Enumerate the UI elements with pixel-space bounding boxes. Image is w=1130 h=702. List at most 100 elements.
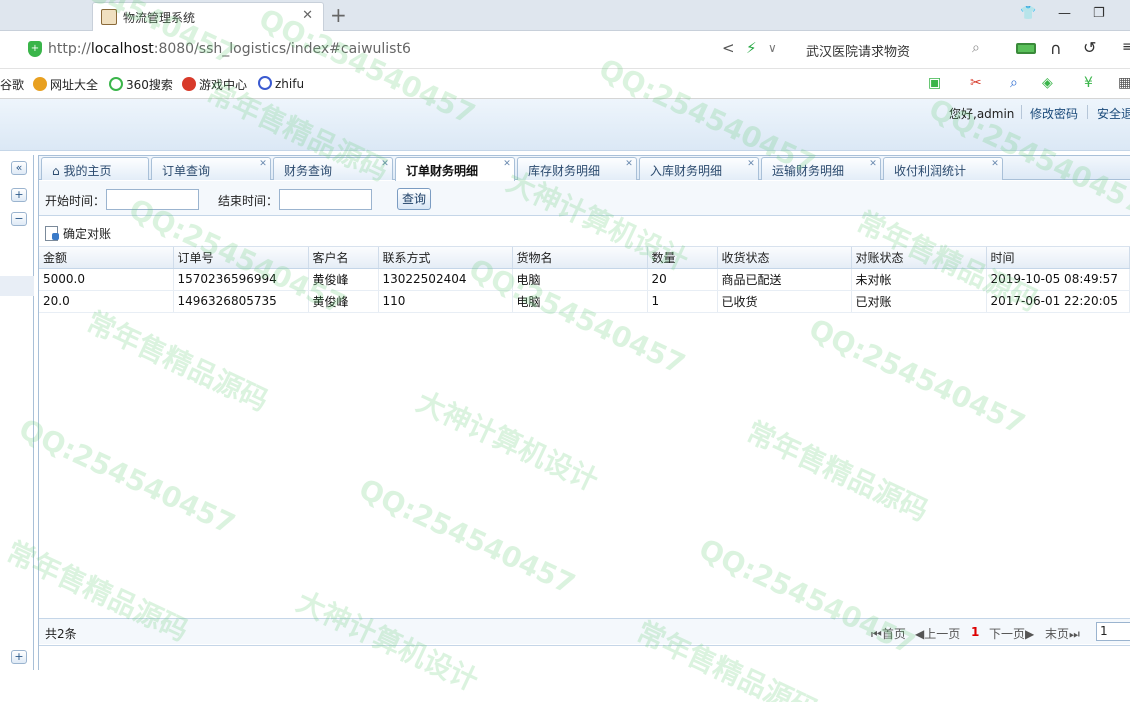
close-tab-icon[interactable]: ✕ <box>258 159 268 169</box>
bookmark-icon <box>182 77 196 91</box>
browser-tab[interactable]: 物流管理系统 ✕ <box>92 2 324 31</box>
tab-label: 我的主页 <box>63 164 112 178</box>
undo-icon[interactable]: ↺ <box>1083 38 1096 57</box>
action-toolbar: 确定对账 <box>39 221 1130 247</box>
tab-order-query[interactable]: 订单查询 ✕ <box>151 157 271 180</box>
tab-order-finance-detail[interactable]: 订单财务明细 ✕ <box>395 157 515 181</box>
game-extension-icon[interactable]: ◈ <box>1042 75 1053 91</box>
current-page-number: 1 <box>971 625 980 639</box>
tab-transport-finance-detail[interactable]: 运输财务明细 ✕ <box>761 157 881 180</box>
tab-inbound-finance-detail[interactable]: 入库财务明细 ✕ <box>639 157 759 180</box>
column-header[interactable]: 对账状态 <box>851 247 987 269</box>
bookmark-item[interactable]: 360搜索 <box>109 76 173 93</box>
bookmark-icon <box>109 77 123 91</box>
total-count: 共2条 <box>45 627 77 641</box>
tab-home[interactable]: ⌂ 我的主页 <box>41 157 149 180</box>
column-header[interactable]: 联系方式 <box>378 247 513 269</box>
bookmark-item[interactable]: 谷歌 <box>0 76 24 93</box>
column-header[interactable]: 金额 <box>39 247 174 269</box>
speed-bolt-icon[interactable]: ⚡ <box>746 39 757 57</box>
column-header[interactable]: 货物名 <box>512 247 648 269</box>
prev-page-button[interactable]: ◀上一页 <box>915 625 960 642</box>
skin-icon[interactable]: 👕 <box>1020 6 1036 21</box>
bookmark-item[interactable]: zhifu <box>258 76 304 91</box>
search-icon[interactable]: ⌕ <box>972 40 980 56</box>
expand-section-icon[interactable]: + <box>11 188 27 202</box>
document-icon <box>45 226 59 241</box>
table-cell: 已对账 <box>851 290 987 313</box>
column-header[interactable]: 订单号 <box>173 247 309 269</box>
app-header: 您好,admin 修改密码 安全退 <box>0 99 1130 151</box>
tab-finance-query[interactable]: 财务查询 ✕ <box>273 157 393 180</box>
change-password-link[interactable]: 修改密码 <box>1030 105 1078 122</box>
table-cell: 电脑 <box>512 268 648 291</box>
collapse-section-icon[interactable]: − <box>11 212 27 226</box>
close-tab-icon[interactable]: ✕ <box>502 159 512 169</box>
headphones-icon[interactable]: ∩ <box>1050 39 1062 58</box>
column-header[interactable]: 客户名 <box>308 247 379 269</box>
tab-profit-statistics[interactable]: 收付利润统计 ✕ <box>883 157 1003 180</box>
tab-label: 订单查询 <box>162 164 211 178</box>
share-icon[interactable]: < <box>722 39 735 57</box>
restore-icon[interactable]: ❐ <box>1093 6 1105 21</box>
column-header[interactable]: 时间 <box>986 247 1130 269</box>
finance-detail-table: 金额 订单号 客户名 联系方式 货物名 数量 收货状态 对账状态 时间 5000… <box>39 247 1130 313</box>
close-tab-icon[interactable]: ✕ <box>746 159 756 169</box>
first-page-button[interactable]: ⏮首页 <box>871 625 906 642</box>
bottom-panel-strip <box>39 645 1130 670</box>
query-button[interactable]: 查询 <box>397 188 431 210</box>
pagination-bar: 共2条 ⏮首页 ◀上一页 1 下一页▶ 末页⏭ 1 <box>39 618 1130 644</box>
start-time-label: 开始时间： <box>45 194 106 208</box>
menu-icon[interactable]: ≡ <box>1122 39 1130 55</box>
table-cell: 20.0 <box>39 290 174 313</box>
confirm-reconcile-button[interactable]: 确定对账 <box>45 225 111 242</box>
translate-extension-icon[interactable]: ▣ <box>928 75 941 91</box>
expand-section-icon[interactable]: + <box>11 650 27 664</box>
screenshot-extension-icon[interactable]: ✂ <box>970 75 982 91</box>
tab-stock-finance-detail[interactable]: 库存财务明细 ✕ <box>517 157 637 180</box>
minimize-icon[interactable]: — <box>1058 6 1071 21</box>
secure-shield-icon: + <box>28 41 42 57</box>
end-time-input[interactable] <box>279 189 372 210</box>
column-header[interactable]: 收货状态 <box>717 247 852 269</box>
start-time-input[interactable] <box>106 189 199 210</box>
browser-search-input[interactable]: 武汉医院请求物资 <box>806 41 910 60</box>
close-tab-icon[interactable]: ✕ <box>990 159 1000 169</box>
next-page-label: 下一页 <box>989 627 1026 641</box>
close-tab-icon[interactable]: ✕ <box>624 159 634 169</box>
column-header[interactable]: 数量 <box>647 247 718 269</box>
table-row[interactable]: 20.0 1496326805735 黄俊峰 110 电脑 1 已收货 已对账 … <box>39 290 1130 313</box>
table-row[interactable]: 5000.0 1570236596994 黄俊峰 13022502404 电脑 … <box>39 268 1130 291</box>
header-divider <box>1021 105 1022 119</box>
table-cell: 商品已配送 <box>717 268 852 291</box>
bookmark-item[interactable]: 网址大全 <box>33 76 98 93</box>
logout-link[interactable]: 安全退 <box>1097 105 1130 122</box>
new-tab-icon[interactable]: + <box>330 3 347 27</box>
table-cell: 黄俊峰 <box>308 268 379 291</box>
close-tab-icon[interactable]: ✕ <box>380 159 390 169</box>
main-panel: ⌂ 我的主页 订单查询 ✕ 财务查询 ✕ 订单财务明细 ✕ 库存财务明细 ✕ 入库财务明… <box>38 155 1130 670</box>
welcome-text: 您好,admin <box>949 107 1015 121</box>
table-cell: 20 <box>647 268 718 291</box>
bookmark-item[interactable]: 游戏中心 <box>182 76 247 93</box>
browser-tabbar: 物流管理系统 ✕ + 👕 — ❐ <box>0 0 1130 31</box>
address-bar: + http://localhost:8080/ssh_logistics/in… <box>0 31 1130 69</box>
bookmark-icon <box>258 76 272 90</box>
close-tab-icon[interactable]: ✕ <box>868 159 878 169</box>
chevron-down-icon[interactable]: ∨ <box>768 41 777 55</box>
confirm-reconcile-label: 确定对账 <box>63 227 112 241</box>
next-page-button[interactable]: 下一页▶ <box>989 625 1034 642</box>
page-number-input[interactable]: 1 <box>1096 622 1130 641</box>
tab-label: 收付利润统计 <box>894 164 967 178</box>
tab-label: 入库财务明细 <box>650 164 723 178</box>
collapse-panel-icon[interactable]: « <box>11 161 27 175</box>
last-page-button[interactable]: 末页⏭ <box>1045 625 1080 642</box>
more-extensions-icon[interactable]: ▦ <box>1118 75 1130 91</box>
search-extension-icon[interactable]: ⌕ <box>1010 75 1018 91</box>
payment-extension-icon[interactable]: ¥ <box>1084 75 1093 91</box>
table-cell: 13022502404 <box>378 268 513 291</box>
tab-label: 订单财务明细 <box>406 164 479 178</box>
url-field[interactable]: http://localhost:8080/ssh_logistics/inde… <box>48 41 411 57</box>
close-tab-icon[interactable]: ✕ <box>302 8 313 23</box>
first-page-icon: ⏮ <box>871 627 882 641</box>
